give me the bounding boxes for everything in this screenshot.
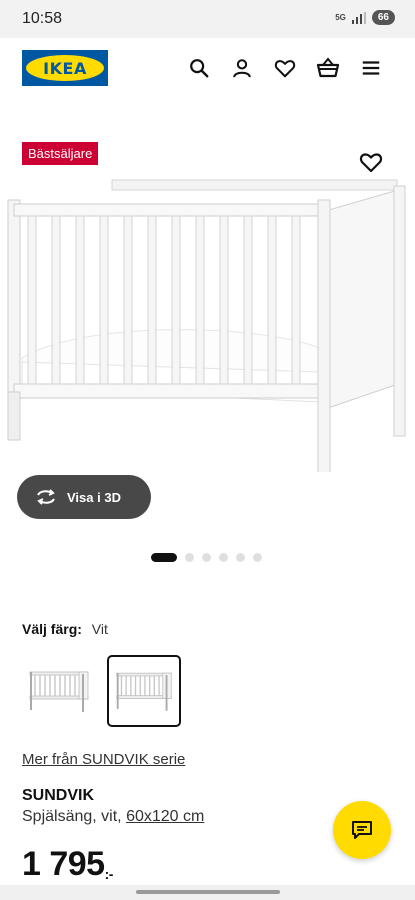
chat-button[interactable] [333, 801, 391, 859]
network-label: 5G [335, 12, 346, 22]
status-bar: 10:58 5G 66 [0, 0, 415, 38]
home-gesture-handle[interactable] [136, 890, 280, 894]
view-3d-label: Visa i 3D [67, 489, 121, 505]
view-3d-button[interactable]: Visa i 3D [17, 475, 151, 519]
price-suffix: :- [104, 866, 114, 882]
product-image-carousel[interactable]: Bästsäljare Visa i 3D [0, 100, 415, 590]
battery-indicator: 66 [371, 10, 395, 25]
logo-oval: IKEA [26, 55, 104, 81]
carousel-dot[interactable] [253, 553, 262, 562]
system-nav-bar [0, 885, 415, 900]
price-value: 1 795 [22, 845, 105, 883]
logo-text: IKEA [43, 58, 87, 78]
product-size-link[interactable]: 60x120 cm [126, 808, 204, 825]
color-selector-label: Välj färg: Vit [22, 621, 108, 637]
series-link[interactable]: Mer från SUNDVIK serie [22, 751, 185, 768]
product-price: 1 795:- [22, 845, 113, 884]
crib-thumbnail [116, 672, 172, 711]
color-value: Vit [91, 621, 108, 637]
ikea-logo[interactable]: IKEA [22, 50, 108, 86]
color-swatch[interactable] [22, 655, 96, 727]
crib-thumbnail [29, 671, 89, 712]
header: IKEA [0, 38, 415, 100]
search-icon[interactable] [186, 55, 212, 81]
hamburger-menu-icon[interactable] [358, 55, 384, 81]
product-description: Spjälsäng, vit, 60x120 cm [22, 808, 204, 826]
user-icon[interactable] [229, 55, 255, 81]
bestseller-badge: Bästsäljare [22, 142, 99, 165]
carousel-dot[interactable] [185, 553, 194, 562]
status-time: 10:58 [22, 10, 63, 27]
product-description-text: Spjälsäng, vit, [22, 808, 122, 825]
product-name: SUNDVIK [22, 787, 95, 804]
carousel-dot[interactable] [236, 553, 245, 562]
status-icons: 5G 66 [335, 10, 395, 25]
color-label: Välj färg: [22, 621, 82, 637]
rotate-3d-icon [37, 489, 55, 505]
basket-icon[interactable] [315, 55, 341, 81]
carousel-dot[interactable] [219, 553, 228, 562]
carousel-dot[interactable] [151, 553, 177, 562]
chat-icon [352, 821, 372, 839]
signal-icon [351, 11, 366, 24]
color-swatch-selected[interactable] [107, 655, 181, 727]
heart-icon[interactable] [272, 55, 298, 81]
crib-image [7, 179, 406, 472]
carousel-dots [151, 553, 262, 562]
carousel-dot[interactable] [202, 553, 211, 562]
